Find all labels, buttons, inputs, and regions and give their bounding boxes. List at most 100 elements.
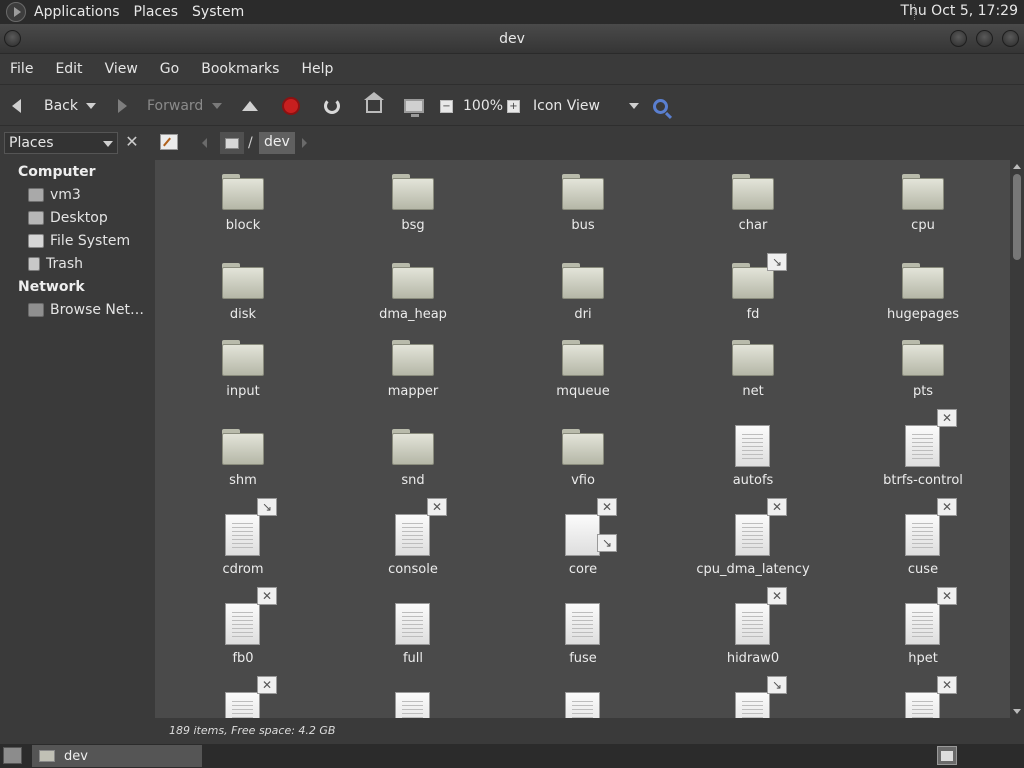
file-name: hidraw0: [726, 651, 780, 666]
view-mode-select[interactable]: Icon View: [533, 85, 639, 127]
menu-file[interactable]: File: [0, 61, 44, 77]
folder-icon: [222, 263, 264, 299]
system-menu[interactable]: System: [186, 4, 250, 20]
clock[interactable]: Thu Oct 5, 17:29: [900, 3, 1018, 19]
search-button[interactable]: [653, 85, 668, 127]
back-label: Back: [44, 98, 78, 114]
distro-logo-icon[interactable]: [6, 2, 26, 22]
location-bar: / dev: [154, 127, 1024, 159]
home-button[interactable]: [364, 85, 384, 127]
stop-button[interactable]: [282, 85, 300, 127]
file-name: net: [742, 384, 764, 399]
minimize-button[interactable]: [950, 30, 967, 47]
scrollbar-thumb[interactable]: [1013, 174, 1021, 260]
chevron-down-icon: [212, 103, 222, 109]
file-icon-view[interactable]: block bsg bus char cpu disk dma_heap dri ↘ fd huge…: [155, 160, 1010, 718]
breadcrumb-root-button[interactable]: [220, 132, 244, 154]
file-name: disk: [229, 307, 257, 322]
forward-label: Forward: [147, 98, 204, 114]
zoom-out-button[interactable]: −: [440, 85, 453, 127]
folder-icon: [39, 750, 55, 762]
menu-view[interactable]: View: [94, 61, 149, 77]
status-bar: 189 items, Free space: 4.2 GB: [155, 718, 1024, 743]
side-pane-selector[interactable]: Places: [4, 132, 118, 154]
filesystem-icon: [28, 234, 44, 248]
document-icon: [225, 692, 260, 718]
menu-edit[interactable]: Edit: [44, 61, 93, 77]
forward-history-dropdown[interactable]: [212, 85, 222, 127]
back-button[interactable]: Back: [12, 85, 78, 127]
file-name: fd: [746, 307, 760, 322]
window-titlebar[interactable]: dev: [0, 24, 1024, 54]
file-name: mqueue: [556, 384, 610, 399]
taskbar-window-button[interactable]: dev: [32, 745, 202, 767]
file-name: vfio: [571, 473, 595, 488]
reload-icon: [324, 98, 340, 114]
zoom-level[interactable]: 100%: [463, 85, 503, 127]
places-menu[interactable]: Places: [128, 4, 185, 20]
sidebar-item-label: Trash: [46, 256, 83, 272]
content-scrollbar[interactable]: [1010, 160, 1024, 718]
search-icon: [653, 98, 668, 114]
status-text: 189 items, Free space: 4.2 GB: [169, 724, 336, 737]
file-name: input: [226, 384, 260, 399]
toggle-location-entry-icon[interactable]: [160, 134, 178, 150]
readonly-emblem-icon: ✕: [257, 676, 277, 694]
sidebar: Computer vm3 Desktop File System Trash N…: [0, 159, 153, 743]
sidebar-item-vm3[interactable]: vm3: [28, 185, 81, 205]
breadcrumb-current-button[interactable]: dev: [259, 132, 295, 154]
show-desktop-icon[interactable]: [3, 747, 22, 764]
applications-menu[interactable]: Applications: [28, 4, 126, 20]
menu-bookmarks[interactable]: Bookmarks: [190, 61, 290, 77]
top-panel: Applications Places System Thu Oct 5, 17…: [0, 0, 1024, 24]
forward-arrow-icon: [118, 99, 127, 113]
scroll-up-icon[interactable]: [1013, 164, 1021, 169]
computer-button[interactable]: [404, 85, 424, 127]
zoom-in-button[interactable]: +: [507, 85, 520, 127]
readonly-emblem-icon: ✕: [597, 498, 617, 516]
file-name: full: [402, 651, 424, 666]
file-name: hugepages: [887, 307, 959, 322]
workspace-switcher[interactable]: [937, 746, 957, 765]
document-icon: [735, 692, 770, 718]
breadcrumb-scroll-left-icon[interactable]: [202, 138, 207, 148]
file-name: dma_heap: [379, 307, 447, 322]
readonly-emblem-icon: ✕: [767, 587, 787, 605]
document-icon: [735, 425, 770, 467]
close-icon[interactable]: ✕: [124, 133, 140, 151]
reload-button[interactable]: [324, 85, 340, 127]
folder-icon: [562, 340, 604, 376]
document-icon: [565, 514, 600, 556]
file-name: mapper: [387, 384, 439, 399]
document-icon: [735, 603, 770, 645]
close-button[interactable]: [1002, 30, 1019, 47]
sidebar-item-browse-network[interactable]: Browse Net…: [28, 300, 144, 320]
readonly-emblem-icon: ✕: [427, 498, 447, 516]
file-name: shm: [229, 473, 257, 488]
scroll-down-icon[interactable]: [1013, 709, 1021, 714]
zoom-in-icon: +: [507, 99, 520, 113]
stop-icon: [282, 97, 300, 115]
readonly-emblem-icon: ✕: [937, 498, 957, 516]
folder-icon: [732, 174, 774, 210]
network-icon: [28, 303, 44, 317]
sidebar-item-trash[interactable]: Trash: [28, 254, 83, 274]
document-icon: [905, 514, 940, 556]
file-name: cpu: [911, 218, 935, 233]
sidebar-heading-computer: Computer: [18, 164, 96, 180]
side-pane-title: Places: [9, 135, 54, 151]
sidebar-item-desktop[interactable]: Desktop: [28, 208, 108, 228]
folder-icon: [392, 263, 434, 299]
sidebar-item-file-system[interactable]: File System: [28, 231, 130, 251]
document-icon: [225, 514, 260, 556]
forward-button[interactable]: Forward: [118, 85, 203, 127]
breadcrumb-scroll-right-icon[interactable]: [302, 138, 307, 148]
back-history-dropdown[interactable]: [86, 85, 96, 127]
folder-icon: [562, 174, 604, 210]
maximize-button[interactable]: [976, 30, 993, 47]
menu-go[interactable]: Go: [149, 61, 190, 77]
document-icon: [565, 603, 600, 645]
menu-help[interactable]: Help: [290, 61, 344, 77]
sidebar-heading-network: Network: [18, 279, 85, 295]
up-button[interactable]: [242, 85, 258, 127]
